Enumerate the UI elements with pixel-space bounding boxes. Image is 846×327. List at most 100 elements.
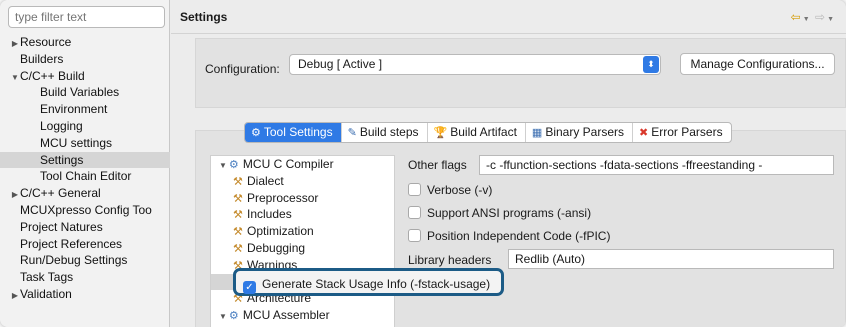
expanded-triangle-icon[interactable]: ▼ bbox=[219, 312, 227, 321]
nav-item-label: MCU settings bbox=[40, 135, 113, 150]
nav-item-label: Builders bbox=[20, 51, 64, 66]
nav-item[interactable]: ▶Settings bbox=[0, 151, 170, 169]
expanded-triangle-icon[interactable]: ▼ bbox=[219, 161, 227, 170]
tree-item-label: Debugging bbox=[247, 240, 306, 255]
forward-arrow-icon[interactable]: ⇨ bbox=[815, 10, 825, 24]
nav-item[interactable]: ▶Environment bbox=[0, 101, 170, 118]
tree-item-label: MCU C Compiler bbox=[242, 157, 334, 171]
binary-icon: ▦ bbox=[531, 127, 543, 139]
nav-item[interactable]: ▶Run/Debug Settings bbox=[0, 252, 170, 269]
tree-item-label: Dialect bbox=[247, 173, 284, 188]
trophy-icon: 🏆 bbox=[433, 127, 448, 139]
tool-gear-icon: ⚙ bbox=[228, 159, 239, 171]
back-arrow-icon[interactable]: ⇦ bbox=[791, 10, 801, 24]
filter-input[interactable] bbox=[8, 6, 165, 28]
option-category-icon: ⚒ bbox=[233, 226, 243, 239]
nav-item[interactable]: ▶Logging bbox=[0, 118, 170, 135]
tab-label: Tool Settings bbox=[263, 125, 333, 139]
nav-item-label: Project References bbox=[20, 236, 123, 251]
configuration-value: Debug [ Active ] bbox=[298, 57, 383, 71]
tab-build-artifact[interactable]: 🏆 Build Artifact bbox=[428, 123, 526, 142]
nav-item-label: Project Natures bbox=[20, 219, 103, 234]
tree-item[interactable]: ⚒ Dialect bbox=[211, 173, 394, 190]
configuration-select[interactable]: Debug [ Active ] ⬍ bbox=[289, 54, 661, 75]
nav-item-label: Resource bbox=[20, 35, 72, 49]
nav-item-label: Settings bbox=[40, 152, 84, 167]
left-navigation: ▶Resource▶Builders▼C/C++ Build▶Build Var… bbox=[0, 0, 170, 327]
nav-item-label: MCUXpresso Config Too bbox=[20, 202, 152, 217]
tree-item-label: Preprocessor bbox=[247, 190, 319, 205]
select-chevron-icon: ⬍ bbox=[643, 56, 659, 73]
nav-item[interactable]: ▶MCUXpresso Config Too bbox=[0, 202, 170, 219]
collapsed-triangle-icon[interactable]: ▶ bbox=[10, 36, 20, 51]
nav-item[interactable]: ▶ Resource bbox=[0, 34, 170, 51]
pencil-icon: ✎ bbox=[347, 127, 357, 139]
verbose-checkbox[interactable] bbox=[408, 183, 421, 196]
error-icon: ✖ bbox=[639, 127, 649, 139]
nav-tree: ▶Resource▶Builders▼C/C++ Build▶Build Var… bbox=[0, 34, 170, 303]
configuration-label: Configuration: bbox=[205, 62, 280, 76]
nav-item-label: Tool Chain Editor bbox=[40, 169, 132, 184]
tree-item[interactable]: ⚒ Debugging bbox=[211, 240, 394, 257]
gear-icon: ⚙ bbox=[251, 127, 261, 139]
other-flags-label: Other flags bbox=[408, 158, 467, 172]
nav-item-label: Logging bbox=[40, 118, 83, 133]
page-header: Settings ⇦ ▼ ⇨ ▼ bbox=[171, 0, 846, 34]
nav-item[interactable]: ▶Tool Chain Editor bbox=[0, 168, 170, 185]
ansi-label: Support ANSI programs (-ansi) bbox=[427, 206, 592, 220]
tab-error-parsers[interactable]: ✖ Error Parsers bbox=[633, 123, 731, 142]
verbose-option[interactable]: Verbose (-v) bbox=[408, 183, 492, 197]
nav-item-label: Task Tags bbox=[20, 270, 74, 285]
nav-item[interactable]: ▶Builders bbox=[0, 51, 170, 68]
nav-item-label: Build Variables bbox=[40, 85, 120, 100]
ansi-option[interactable]: Support ANSI programs (-ansi) bbox=[408, 206, 591, 220]
back-menu-chevron-icon[interactable]: ▼ bbox=[803, 16, 810, 23]
tab-label: Binary Parsers bbox=[545, 125, 625, 139]
stack-usage-option[interactable]: ✓ Generate Stack Usage Info (-fstack-usag… bbox=[243, 277, 490, 294]
forward-menu-chevron-icon[interactable]: ▼ bbox=[827, 16, 834, 23]
library-headers-select[interactable]: Redlib (Auto) bbox=[508, 249, 834, 269]
tree-item[interactable]: ▼ ⚙ MCU Assembler bbox=[211, 307, 394, 324]
option-category-icon: ⚒ bbox=[233, 242, 243, 255]
nav-item-label: C/C++ Build bbox=[20, 68, 85, 83]
tree-item[interactable]: ⚒ Optimization bbox=[211, 223, 394, 240]
tab-tool-settings[interactable]: ⚙ Tool Settings bbox=[245, 123, 342, 142]
page-title: Settings bbox=[180, 10, 228, 24]
pic-label: Position Independent Code (-fPIC) bbox=[427, 229, 611, 243]
tree-item[interactable]: ⚒ Includes bbox=[211, 206, 394, 223]
nav-item[interactable]: ▶Project References bbox=[0, 236, 170, 253]
other-flags-input[interactable]: -c -ffunction-sections -fdata-sections -… bbox=[479, 155, 834, 175]
tree-item-label: MCU Assembler bbox=[242, 308, 330, 323]
option-category-icon: ⚒ bbox=[233, 192, 243, 205]
nav-item[interactable]: ▶MCU settings bbox=[0, 135, 170, 152]
nav-item-label: Run/Debug Settings bbox=[20, 253, 128, 268]
nav-item[interactable]: ▶ C/C++ General bbox=[0, 185, 170, 202]
tab-build-steps[interactable]: ✎ Build steps bbox=[342, 123, 428, 142]
tab-binary-parsers[interactable]: ▦ Binary Parsers bbox=[526, 123, 634, 142]
option-category-icon: ⚒ bbox=[233, 209, 243, 222]
properties-window: ▶Resource▶Builders▼C/C++ Build▶Build Var… bbox=[0, 0, 846, 327]
configuration-panel: Configuration: Debug [ Active ] ⬍ Manage… bbox=[195, 38, 846, 108]
tab-label: Build Artifact bbox=[450, 125, 517, 139]
tree-item[interactable]: ▼ ⚙ MCU C Compiler bbox=[211, 156, 394, 173]
library-headers-label: Library headers bbox=[408, 253, 492, 267]
tree-item[interactable]: ⚒ Preprocessor bbox=[211, 190, 394, 207]
nav-item[interactable]: ▶Build Variables bbox=[0, 84, 170, 101]
nav-item[interactable]: ▼C/C++ Build bbox=[0, 68, 170, 85]
nav-item[interactable]: ▶Task Tags bbox=[0, 269, 170, 286]
verbose-label: Verbose (-v) bbox=[427, 183, 493, 197]
miscellaneous-settings: Other flags -c -ffunction-sections -fdat… bbox=[408, 155, 838, 327]
expanded-triangle-icon[interactable]: ▼ bbox=[10, 70, 20, 85]
pic-option[interactable]: Position Independent Code (-fPIC) bbox=[408, 229, 610, 243]
option-category-icon: ⚒ bbox=[233, 175, 243, 188]
pic-checkbox[interactable] bbox=[408, 229, 421, 242]
nav-item[interactable]: ▶ Validation bbox=[0, 286, 170, 303]
nav-item[interactable]: ▶Project Natures bbox=[0, 219, 170, 236]
collapsed-triangle-icon[interactable]: ▶ bbox=[10, 187, 20, 202]
manage-configurations-button[interactable]: Manage Configurations... bbox=[680, 53, 835, 75]
collapsed-triangle-icon[interactable]: ▶ bbox=[10, 288, 20, 303]
tool-tree: ▼ ⚙ MCU C Compiler ⚒ Dialect ⚒ Preprocessor ⚒ In… bbox=[210, 155, 395, 327]
nav-item-label: Environment bbox=[40, 102, 108, 117]
ansi-checkbox[interactable] bbox=[408, 206, 421, 219]
stack-usage-checkbox[interactable]: ✓ bbox=[243, 281, 256, 294]
